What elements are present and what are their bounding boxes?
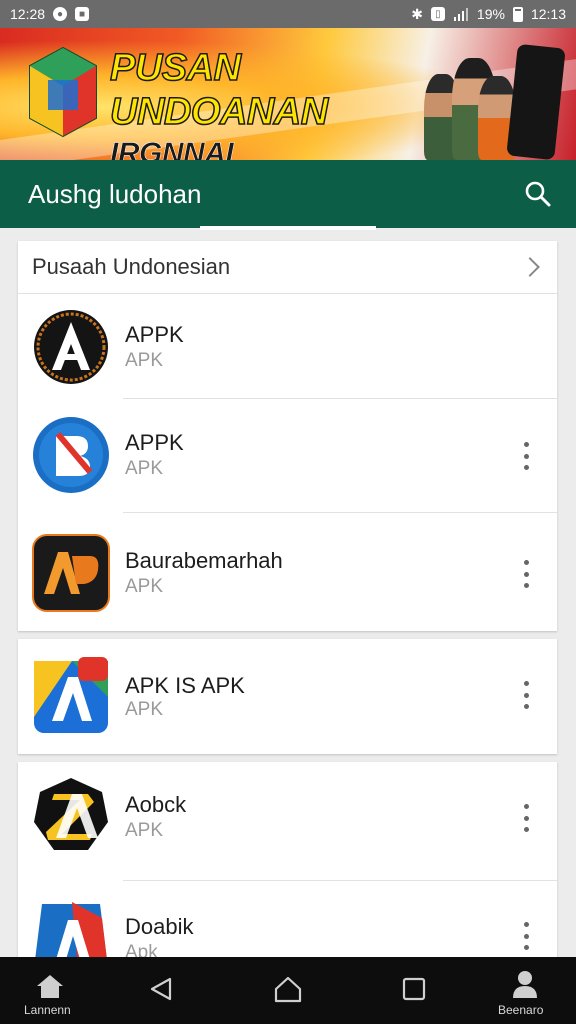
status-clock: 12:13 bbox=[530, 6, 566, 22]
section-header[interactable]: Pusaah Undonesian bbox=[18, 241, 557, 294]
app-icon-orange-ab bbox=[32, 534, 110, 612]
app-icon-star-a bbox=[34, 778, 108, 850]
status-bar: 12:28 ● ■ ✱ ▯ 19% 12:13 bbox=[0, 0, 576, 28]
list-item[interactable]: APK IS APK APK bbox=[18, 639, 557, 754]
signal-icon bbox=[453, 8, 468, 21]
more-options-icon[interactable] bbox=[521, 442, 531, 470]
app-name: APPK bbox=[125, 322, 184, 347]
home-button[interactable] bbox=[264, 957, 312, 1024]
status-time: 12:28 bbox=[10, 6, 46, 22]
app-name: Aobck bbox=[125, 792, 187, 817]
app-icon-blue-b bbox=[33, 417, 109, 493]
app-subtitle: APK bbox=[125, 458, 164, 479]
app-name: Baurabemarhah bbox=[125, 548, 283, 573]
divider bbox=[123, 398, 557, 399]
list-item[interactable]: Aobck APK bbox=[18, 762, 557, 880]
profile-tab[interactable]: Beenaro bbox=[492, 957, 558, 1024]
app-bar: Aushg ludohan bbox=[0, 160, 576, 228]
list-item[interactable]: Baurabemarhah APK bbox=[18, 514, 557, 632]
list-item[interactable]: APPK APK bbox=[18, 400, 557, 514]
chevron-right-icon bbox=[520, 257, 540, 277]
app-name: Doabik bbox=[125, 914, 194, 939]
battery-icon bbox=[512, 6, 523, 22]
home-icon bbox=[37, 975, 63, 998]
app-list-card: Aobck APK Doabik Apk bbox=[18, 762, 557, 968]
app-icon-black-a bbox=[34, 310, 108, 384]
home-tab-label: Lannenn bbox=[24, 1003, 71, 1017]
app-list-card: APK IS APK APK bbox=[18, 639, 557, 754]
app-subtitle: APK bbox=[125, 576, 164, 597]
recents-button[interactable] bbox=[392, 957, 438, 1024]
app-subtitle: APK bbox=[125, 699, 164, 720]
search-icon[interactable] bbox=[524, 180, 552, 208]
notification-icon: ● bbox=[53, 7, 68, 21]
divider bbox=[123, 512, 557, 513]
recents-icon bbox=[402, 977, 426, 1001]
app-icon-colorful-a bbox=[34, 657, 108, 733]
banner-line-1: PUSAN UNDOANAN bbox=[109, 46, 329, 134]
banner-headline: PUSAN UNDOANAN IRGNNAI UTBUAINAA! bbox=[109, 46, 420, 160]
more-options-icon[interactable] bbox=[521, 681, 531, 709]
back-icon bbox=[150, 977, 172, 1001]
more-options-icon[interactable] bbox=[521, 922, 531, 950]
banner-line-2: IRGNNAI UTBUAINAA! bbox=[110, 137, 234, 160]
home-tab[interactable]: Lannenn bbox=[20, 957, 80, 1024]
promo-banner[interactable]: PUSAN UNDOANAN IRGNNAI UTBUAINAA! bbox=[0, 28, 576, 160]
more-options-icon[interactable] bbox=[521, 560, 531, 588]
profile-tab-label: Beenaro bbox=[498, 1003, 544, 1017]
app-name: APPK bbox=[125, 430, 184, 455]
system-nav-bar: Lannenn Beenaro bbox=[0, 957, 576, 1024]
app-name: APK IS APK bbox=[125, 673, 245, 698]
list-item[interactable]: Doabik Apk bbox=[18, 880, 557, 968]
back-button[interactable] bbox=[140, 957, 184, 1024]
message-icon: ■ bbox=[75, 7, 90, 21]
app-subtitle: APK bbox=[125, 350, 164, 371]
app-subtitle: APK bbox=[125, 820, 164, 841]
vibrate-icon: ▯ bbox=[430, 7, 445, 21]
banner-logo-icon bbox=[29, 46, 97, 138]
more-options-icon[interactable] bbox=[521, 804, 531, 832]
battery-percent: 19% bbox=[476, 6, 505, 22]
tab-indicator bbox=[200, 226, 376, 230]
user-icon bbox=[513, 971, 537, 998]
page-title: Aushg ludohan bbox=[28, 179, 202, 209]
bluetooth-icon: ✱ bbox=[411, 5, 423, 22]
list-item[interactable]: APPK APK bbox=[18, 294, 557, 400]
app-list-card: Pusaah Undonesian APPK APK APPK APK Baur… bbox=[18, 241, 557, 631]
home-outline-icon bbox=[274, 976, 302, 1003]
section-header-label: Pusaah Undonesian bbox=[32, 254, 231, 279]
